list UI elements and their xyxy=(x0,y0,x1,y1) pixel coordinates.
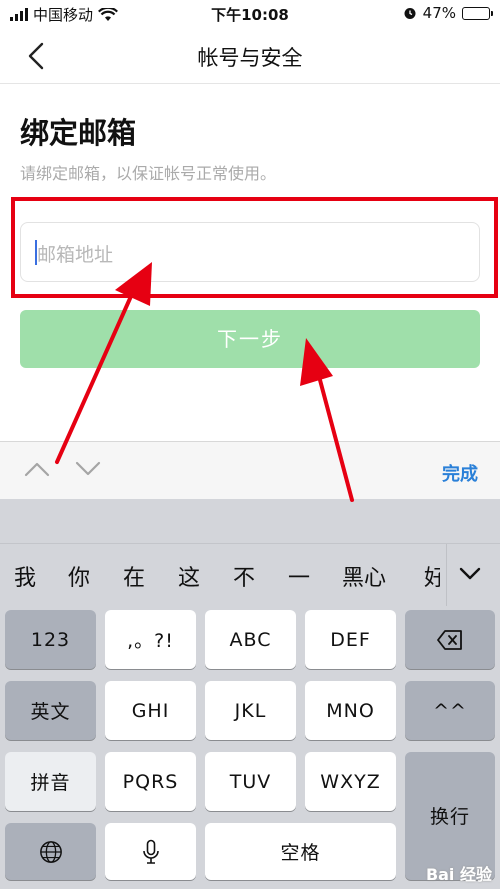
candidate-item[interactable]: 好 xyxy=(424,560,440,592)
key-label: GHI xyxy=(131,699,170,722)
nav-bar: 帐号与安全 xyxy=(0,28,500,84)
key-emoticon[interactable]: ^^ xyxy=(405,681,495,740)
key-punctuation[interactable]: ,。?! xyxy=(105,610,196,669)
candidate-item[interactable]: 你 xyxy=(68,560,90,592)
globe-key[interactable] xyxy=(5,823,96,880)
candidate-list: 我 你 在 这 不 一 黑心 好 xyxy=(0,560,440,594)
key-mno[interactable]: MNO xyxy=(305,681,396,740)
key-label: 拼音 xyxy=(30,772,71,794)
globe-icon xyxy=(39,840,62,863)
key-ghi[interactable]: GHI xyxy=(105,681,196,740)
key-label: WXYZ xyxy=(320,770,381,793)
candidate-item[interactable]: 黑心 xyxy=(342,560,386,592)
delete-icon xyxy=(437,629,462,650)
chevron-down-icon[interactable] xyxy=(75,460,101,478)
battery-icon xyxy=(462,6,493,20)
key-label: MNO xyxy=(326,699,375,722)
annotation-highlight-box xyxy=(11,197,498,298)
key-wxyz[interactable]: WXYZ xyxy=(305,752,396,811)
page-title: 绑定邮箱 xyxy=(20,116,137,150)
keyboard: 我 你 在 这 不 一 黑心 好 123 ,。?! ABC DEF 英文 GHI… xyxy=(0,499,500,889)
key-label: DEF xyxy=(330,628,371,651)
candidate-bar: 我 你 在 这 不 一 黑心 好 xyxy=(0,543,500,606)
key-jkl[interactable]: JKL xyxy=(205,681,296,740)
candidate-item[interactable]: 这 xyxy=(178,560,200,592)
candidate-divider xyxy=(446,544,447,606)
status-bar: 中国移动 下午10:08 47% xyxy=(0,0,500,28)
key-label: ABC xyxy=(229,628,272,651)
key-pqrs[interactable]: PQRS xyxy=(105,752,196,811)
key-pinyin[interactable]: 拼音 xyxy=(5,752,96,811)
page-subtitle: 请绑定邮箱，以保证帐号正常使用。 xyxy=(20,164,277,183)
microphone-key[interactable] xyxy=(105,823,196,880)
key-123[interactable]: 123 xyxy=(5,610,96,669)
next-button[interactable]: 下一步 xyxy=(20,310,480,368)
key-english[interactable]: 英文 xyxy=(5,681,96,740)
key-label: 英文 xyxy=(30,701,71,723)
alarm-icon xyxy=(404,8,416,19)
done-button[interactable]: 完成 xyxy=(442,460,478,486)
key-abc[interactable]: ABC xyxy=(205,610,296,669)
key-label: 换行 xyxy=(429,806,470,828)
delete-key[interactable] xyxy=(405,610,495,669)
key-label: PQRS xyxy=(122,770,179,793)
key-label: ^^ xyxy=(433,699,467,722)
key-label: JKL xyxy=(234,699,267,722)
input-accessory-bar: 完成 xyxy=(0,441,500,499)
candidate-item[interactable]: 在 xyxy=(123,560,145,592)
key-label: TUV xyxy=(229,770,272,793)
microphone-icon xyxy=(142,839,159,864)
key-label: 空格 xyxy=(280,842,321,864)
key-label: ,。?! xyxy=(127,630,174,652)
candidate-item[interactable]: 我 xyxy=(14,560,36,592)
status-right: 47% xyxy=(403,4,493,22)
candidate-item[interactable]: 一 xyxy=(288,560,310,592)
key-tuv[interactable]: TUV xyxy=(205,752,296,811)
key-label: 123 xyxy=(30,628,71,651)
space-key[interactable]: 空格 xyxy=(205,823,396,880)
candidate-item[interactable]: 不 xyxy=(233,560,255,592)
key-def[interactable]: DEF xyxy=(305,610,396,669)
watermark: Bai 经验 xyxy=(425,865,492,884)
nav-title: 帐号与安全 xyxy=(197,46,303,70)
chevron-up-icon[interactable] xyxy=(24,460,50,478)
expand-icon[interactable] xyxy=(458,566,482,582)
battery-percent: 47% xyxy=(422,4,456,22)
